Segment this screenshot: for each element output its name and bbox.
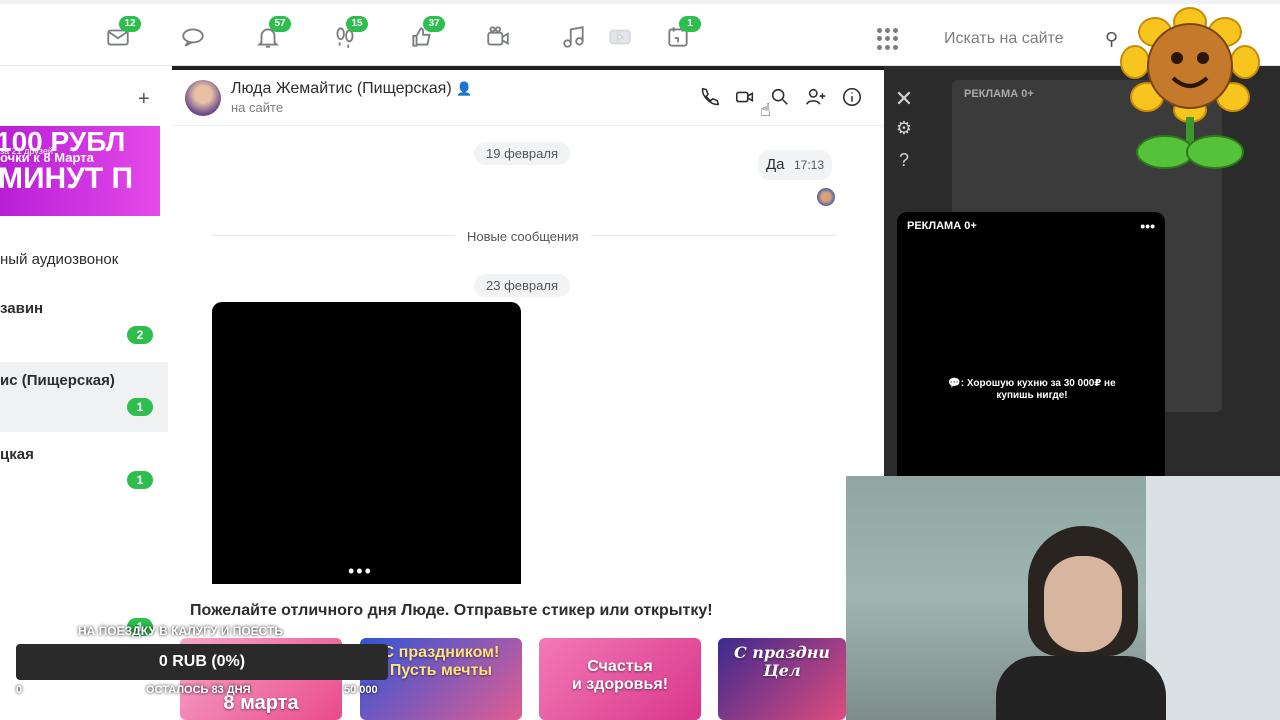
online-status: на сайте bbox=[231, 100, 284, 115]
sunflower-sticker bbox=[1120, 7, 1260, 169]
video-message[interactable]: ••• bbox=[212, 302, 521, 584]
window-light bbox=[1146, 476, 1280, 720]
donation-value: 0 RUB (0%) bbox=[158, 653, 246, 670]
loading-dots-icon: ••• bbox=[348, 561, 373, 581]
unread-count: 1 bbox=[127, 398, 153, 416]
site-search-input[interactable]: Искать на сайте ⚲ bbox=[930, 22, 1130, 56]
donation-target: 50 000 bbox=[344, 684, 378, 696]
search-icon[interactable] bbox=[769, 86, 793, 110]
add-user-icon[interactable] bbox=[805, 86, 829, 110]
outgoing-message[interactable]: Да 17:13 bbox=[758, 150, 832, 180]
list-item[interactable]: ный аудиозвонок bbox=[0, 251, 118, 268]
gear-icon[interactable]: ⚙ bbox=[893, 118, 915, 140]
top-navigation-bar: 12 57 15 37 1 Искать на сайте ⚲ bbox=[0, 0, 1280, 66]
likes-badge: 37 bbox=[423, 16, 445, 32]
avatar[interactable] bbox=[185, 80, 221, 116]
close-icon[interactable]: ✕ bbox=[893, 86, 915, 111]
chat-window: Люда Жемайтис (Пищерская) 👤 на сайте 19 … bbox=[172, 70, 884, 720]
plus-icon[interactable]: + bbox=[138, 88, 150, 111]
ad-label: РЕКЛАМА 0+ bbox=[907, 220, 977, 232]
postcard-caption: 8 марта bbox=[223, 692, 299, 714]
ad-text: 💬: Хорошую кухню за 30 000₽ не купишь ни… bbox=[948, 378, 1116, 401]
games-icon[interactable] bbox=[605, 24, 635, 54]
message-text: Да bbox=[766, 156, 785, 173]
more-icon[interactable]: ••• bbox=[1140, 218, 1155, 234]
postcard-caption: С праздни Цел bbox=[733, 643, 831, 680]
thumbs-up-icon[interactable]: 37 bbox=[407, 16, 445, 54]
ad-video[interactable]: РЕКЛАМА 0+ ••• 💬: Хорошую кухню за 30 00… bbox=[897, 212, 1165, 476]
read-avatar bbox=[817, 188, 835, 206]
apps-grid-icon[interactable] bbox=[877, 28, 899, 50]
promo-line-3: МИНУТ П bbox=[0, 162, 134, 195]
donation-goal: НА ПОЕЗДКУ В КАЛУГУ И ПОЕСТЬ bbox=[78, 624, 283, 638]
info-icon[interactable] bbox=[841, 86, 865, 110]
browser-strip bbox=[0, 0, 1280, 4]
contact-name[interactable]: Люда Жемайтис (Пищерская) 👤 bbox=[231, 80, 472, 98]
greeting-suggestion: Пожелайте отличного дня Люде. Отправьте … bbox=[190, 602, 713, 619]
list-item[interactable]: ис (Пищерская) bbox=[0, 372, 115, 389]
chat-header: Люда Жемайтис (Пищерская) 👤 на сайте bbox=[172, 70, 884, 126]
new-messages-separator: Новые сообщения bbox=[455, 225, 591, 248]
postcard-caption: Счастья и здоровья! bbox=[571, 658, 669, 693]
video-call-icon[interactable] bbox=[734, 86, 758, 110]
promo-sub: за 21 друзей bbox=[0, 146, 53, 156]
discussions-icon[interactable] bbox=[178, 24, 208, 54]
mail-icon[interactable]: 12 bbox=[103, 16, 141, 54]
notifications-badge: 57 bbox=[269, 16, 291, 32]
donation-days-left: ОСТАЛОСЬ 83 ДНЯ bbox=[146, 684, 251, 696]
list-item[interactable]: цкая bbox=[0, 446, 34, 463]
music-note-icon[interactable] bbox=[559, 24, 589, 54]
conversations-panel: + 100 РУБЛ очки к 8 Марта МИНУТ П за 21 … bbox=[0, 66, 172, 720]
date-separator: 23 февраля bbox=[474, 274, 570, 297]
unread-count: 1 bbox=[127, 471, 153, 489]
donation-progress-bar: 0 RUB (0%) bbox=[16, 644, 388, 680]
search-placeholder: Искать на сайте bbox=[944, 30, 1064, 47]
calendar-icon[interactable]: 1 bbox=[663, 16, 701, 54]
postcard[interactable]: Счастья и здоровья! bbox=[539, 638, 701, 720]
phone-icon[interactable] bbox=[698, 86, 722, 110]
unread-count: 2 bbox=[127, 326, 153, 344]
message-time: 17:13 bbox=[793, 158, 824, 172]
events-badge: 1 bbox=[679, 16, 701, 32]
help-icon[interactable]: ? bbox=[893, 150, 915, 172]
hand-cursor-icon: ☝ bbox=[760, 100, 771, 120]
postcard[interactable]: С праздни Цел bbox=[718, 638, 846, 720]
video-camera-icon[interactable] bbox=[483, 24, 513, 54]
contact-name-text: Люда Жемайтис (Пищерская) bbox=[231, 80, 452, 97]
ad-label: РЕКЛАМА 0+ bbox=[964, 88, 1034, 100]
footprints-icon[interactable]: 15 bbox=[330, 16, 368, 54]
donation-start: 0 bbox=[16, 684, 23, 696]
guests-badge: 15 bbox=[346, 16, 368, 32]
bell-icon[interactable]: 57 bbox=[253, 16, 291, 54]
list-item[interactable]: завин bbox=[0, 300, 43, 317]
user-icon: 👤 bbox=[456, 81, 473, 96]
date-separator: 19 февраля bbox=[474, 142, 570, 165]
person bbox=[966, 516, 1166, 720]
promo-banner[interactable]: 100 РУБЛ очки к 8 Марта МИНУТ П за 21 др… bbox=[0, 126, 160, 216]
mail-badge: 12 bbox=[119, 16, 141, 32]
webcam-overlay bbox=[846, 476, 1280, 720]
